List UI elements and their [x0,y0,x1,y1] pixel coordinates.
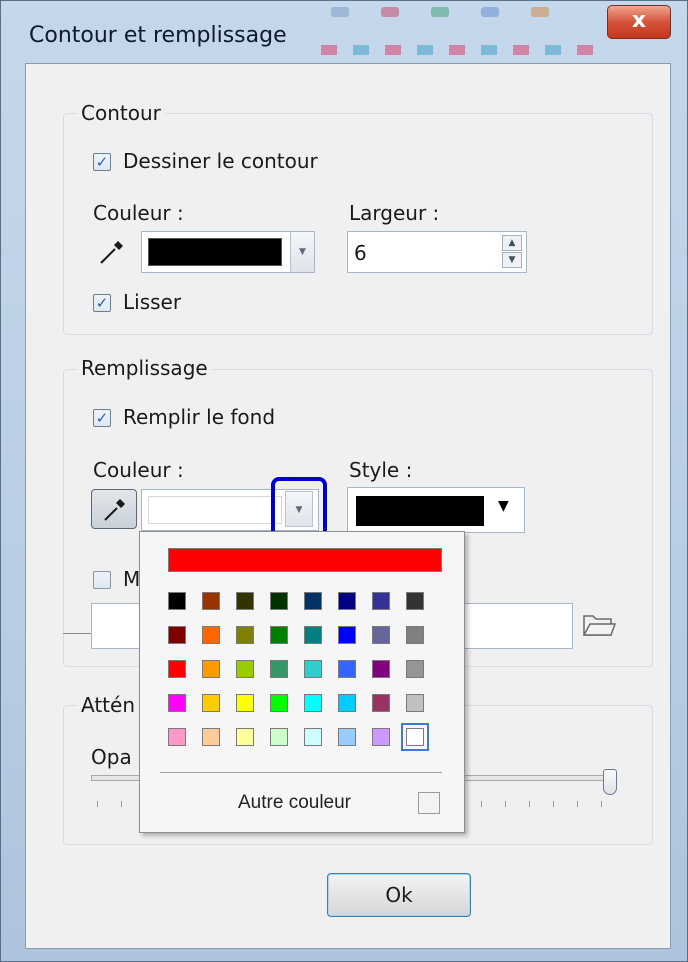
palette-swatch[interactable] [338,694,356,712]
contour-color-label: Couleur : [93,201,184,225]
palette-swatch[interactable] [372,660,390,678]
palette-swatch[interactable] [304,660,322,678]
eyedropper-icon [104,499,125,521]
attenuation-legend: Attén [77,693,139,717]
width-value[interactable]: 6 [354,241,367,265]
palette-swatch[interactable] [202,626,220,644]
style-label: Style : [349,458,413,482]
opacity-slider-thumb[interactable] [603,769,617,795]
more-color-button[interactable] [418,792,440,814]
palette-swatch[interactable] [236,660,254,678]
eyedropper-icon[interactable] [97,237,127,267]
palette-swatch[interactable] [338,660,356,678]
palette-swatch[interactable] [202,728,220,746]
palette-swatch[interactable] [304,626,322,644]
palette-swatch[interactable] [202,592,220,610]
eyedropper-button[interactable] [91,489,137,529]
partial-checkbox-label: M [123,567,141,591]
palette-swatch[interactable] [401,723,429,751]
contour-legend: Contour [77,101,165,125]
contour-color-combo[interactable]: ▼ [141,231,315,273]
palette-swatch[interactable] [236,626,254,644]
palette-swatch[interactable] [406,626,424,644]
palette-swatch[interactable] [202,694,220,712]
palette-swatch[interactable] [304,592,322,610]
style-swatch [356,496,484,526]
chevron-down-icon[interactable]: ▼ [285,491,313,527]
more-color-label[interactable]: Autre couleur [238,792,351,814]
width-label: Largeur : [349,201,440,225]
palette-swatch[interactable] [168,660,186,678]
smooth-checkbox[interactable]: ✓ [93,294,111,312]
title-decoration [481,7,499,17]
palette-swatch[interactable] [372,592,390,610]
contour-color-swatch [148,238,282,266]
palette-swatch[interactable] [270,728,288,746]
palette-swatch[interactable] [168,626,186,644]
dialog-window: Contour et remplissage x Contour ✓ Dessi… [0,0,688,962]
palette-separator [160,772,442,773]
palette-swatch[interactable] [338,728,356,746]
folder-open-icon[interactable] [581,608,617,640]
title-bar[interactable]: Contour et remplissage x [1,1,688,61]
palette-swatch[interactable] [168,592,186,610]
fill-background-checkbox[interactable]: ✓ [93,409,111,427]
palette-swatch[interactable] [406,592,424,610]
palette-swatch[interactable] [406,660,424,678]
palette-swatch[interactable] [372,626,390,644]
ok-button[interactable]: Ok [327,873,471,917]
color-palette-popup: Autre couleur [139,531,465,833]
palette-swatch[interactable] [304,694,322,712]
palette-grid [164,588,446,758]
title-decoration [431,7,449,17]
divider [63,633,91,634]
fill-color-swatch [148,496,282,524]
palette-swatch[interactable] [270,660,288,678]
fill-color-label: Couleur : [93,458,184,482]
partial-checkbox[interactable] [93,571,111,589]
title-decoration [531,7,549,17]
palette-swatch[interactable] [372,694,390,712]
palette-swatch[interactable] [236,592,254,610]
fill-legend: Remplissage [77,356,212,380]
close-button[interactable]: x [607,5,671,39]
palette-swatch[interactable] [202,660,220,678]
opacity-label: Opa [91,745,132,769]
palette-swatch[interactable] [168,694,186,712]
title-decoration [331,7,349,17]
palette-swatch[interactable] [338,592,356,610]
palette-swatch[interactable] [270,694,288,712]
spin-down-button[interactable]: ▼ [502,252,522,268]
palette-swatch[interactable] [236,728,254,746]
draw-contour-label: Dessiner le contour [123,149,318,173]
palette-top-color[interactable] [168,548,442,572]
width-spinner[interactable]: 6 ▲ ▼ [347,231,527,273]
style-combo[interactable]: ▼ [347,487,525,533]
palette-swatch[interactable] [304,728,322,746]
palette-swatch[interactable] [338,626,356,644]
dropdown-highlight: ▼ [271,477,327,539]
chevron-down-icon[interactable]: ▼ [290,232,314,272]
palette-swatch[interactable] [270,626,288,644]
palette-swatch[interactable] [236,694,254,712]
fill-background-label: Remplir le fond [123,405,276,429]
palette-swatch[interactable] [372,728,390,746]
window-title: Contour et remplissage [29,23,287,48]
palette-swatch[interactable] [270,592,288,610]
palette-swatch[interactable] [168,728,186,746]
spin-up-button[interactable]: ▲ [502,235,522,251]
smooth-label: Lisser [123,290,182,314]
palette-swatch[interactable] [406,694,424,712]
chevron-down-icon[interactable]: ▼ [498,498,509,514]
title-decoration [321,45,601,55]
title-decoration [381,7,399,17]
draw-contour-checkbox[interactable]: ✓ [93,153,111,171]
